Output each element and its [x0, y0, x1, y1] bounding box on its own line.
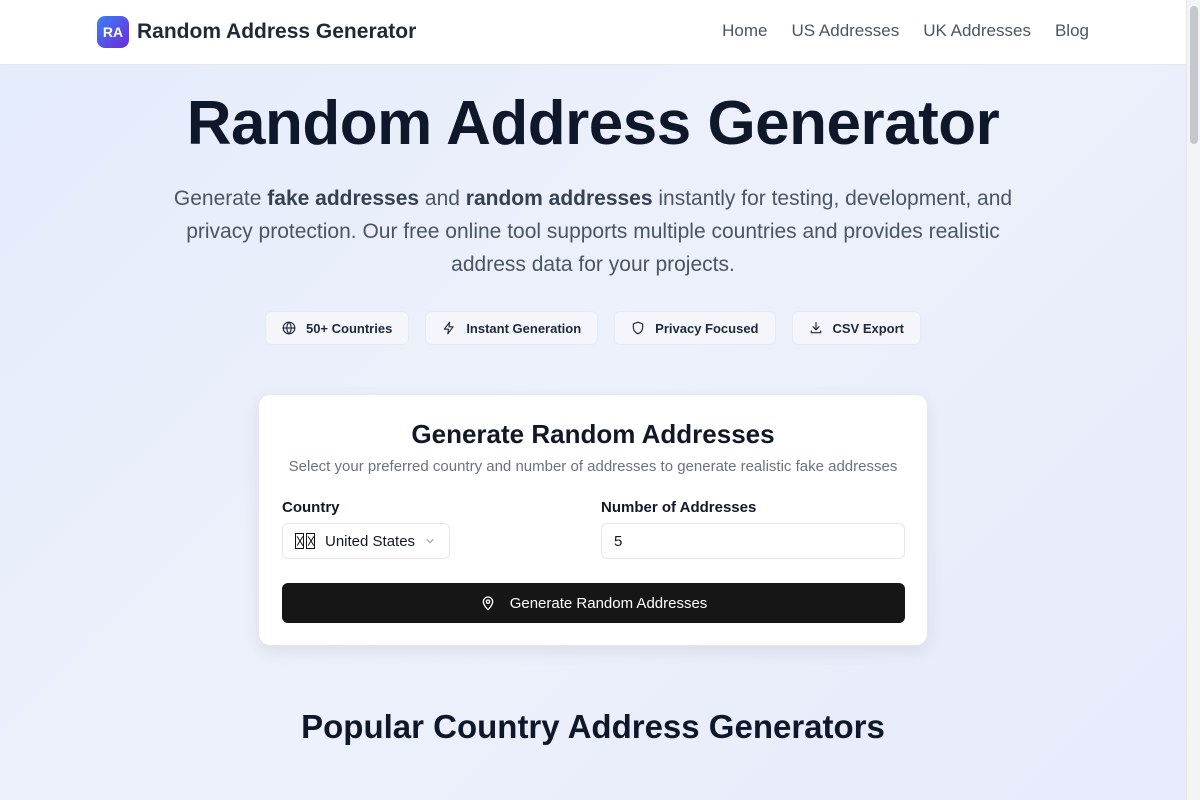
site-header: RA Random Address Generator Home US Addr… [0, 0, 1186, 65]
hero-subtitle: Generate fake addresses and random addre… [170, 182, 1016, 281]
card-title: Generate Random Addresses [411, 419, 775, 449]
generate-button-label: Generate Random Addresses [509, 594, 708, 612]
hero-title: Random Address Generator [186, 89, 1000, 158]
brand[interactable]: RA Random Address Generator [97, 16, 416, 48]
shield-icon [632, 321, 644, 335]
subtitle-bold-random: random addresses [465, 187, 653, 210]
feature-pill-csv: CSV Export [792, 312, 921, 344]
feature-pills: 50+ Countries Instant Generation Privacy… [0, 312, 1186, 344]
feature-label: CSV Export [832, 320, 905, 336]
logo[interactable]: RA [97, 16, 129, 48]
flag-icon [295, 533, 315, 549]
brand-name[interactable]: Random Address Generator [137, 20, 416, 44]
feature-pill-countries: 50+ Countries [265, 312, 409, 344]
address-count-input[interactable] [601, 523, 905, 559]
country-select[interactable]: United States [282, 523, 450, 559]
subtitle-text-2: and [419, 187, 466, 210]
popular-section-title: Popular Country Address Generators [301, 708, 885, 745]
feature-label: 50+ Countries [305, 320, 393, 336]
count-label: Number of Addresses [601, 499, 757, 516]
scrollbar-thumb[interactable] [1190, 6, 1198, 144]
card-description: Select your preferred country and number… [288, 458, 898, 475]
feature-label: Instant Generation [466, 320, 582, 336]
generate-button[interactable]: Generate Random Addresses [282, 583, 905, 623]
subtitle-text-1: Generate [173, 187, 268, 210]
country-value: United States [325, 532, 416, 550]
globe-icon [282, 321, 296, 335]
page-scrollbar[interactable] [1186, 0, 1200, 800]
download-icon [810, 322, 821, 334]
nav-home[interactable]: Home [722, 21, 767, 41]
feature-pill-instant: Instant Generation [426, 312, 598, 344]
map-pin-icon [482, 596, 494, 611]
subtitle-bold-fake: fake addresses [267, 187, 420, 210]
feature-label: Privacy Focused [655, 320, 759, 336]
generator-card: Generate Random Addresses Select your pr… [258, 394, 928, 646]
nav-blog[interactable]: Blog [1055, 21, 1089, 41]
chevron-down-icon [426, 538, 434, 544]
country-label: Country [282, 499, 340, 516]
feature-pill-privacy: Privacy Focused [615, 312, 775, 344]
nav-us-addresses[interactable]: US Addresses [792, 21, 900, 41]
main-nav: Home US Addresses UK Addresses Blog [722, 21, 1089, 41]
lightning-icon [444, 321, 454, 335]
nav-uk-addresses[interactable]: UK Addresses [923, 21, 1031, 41]
